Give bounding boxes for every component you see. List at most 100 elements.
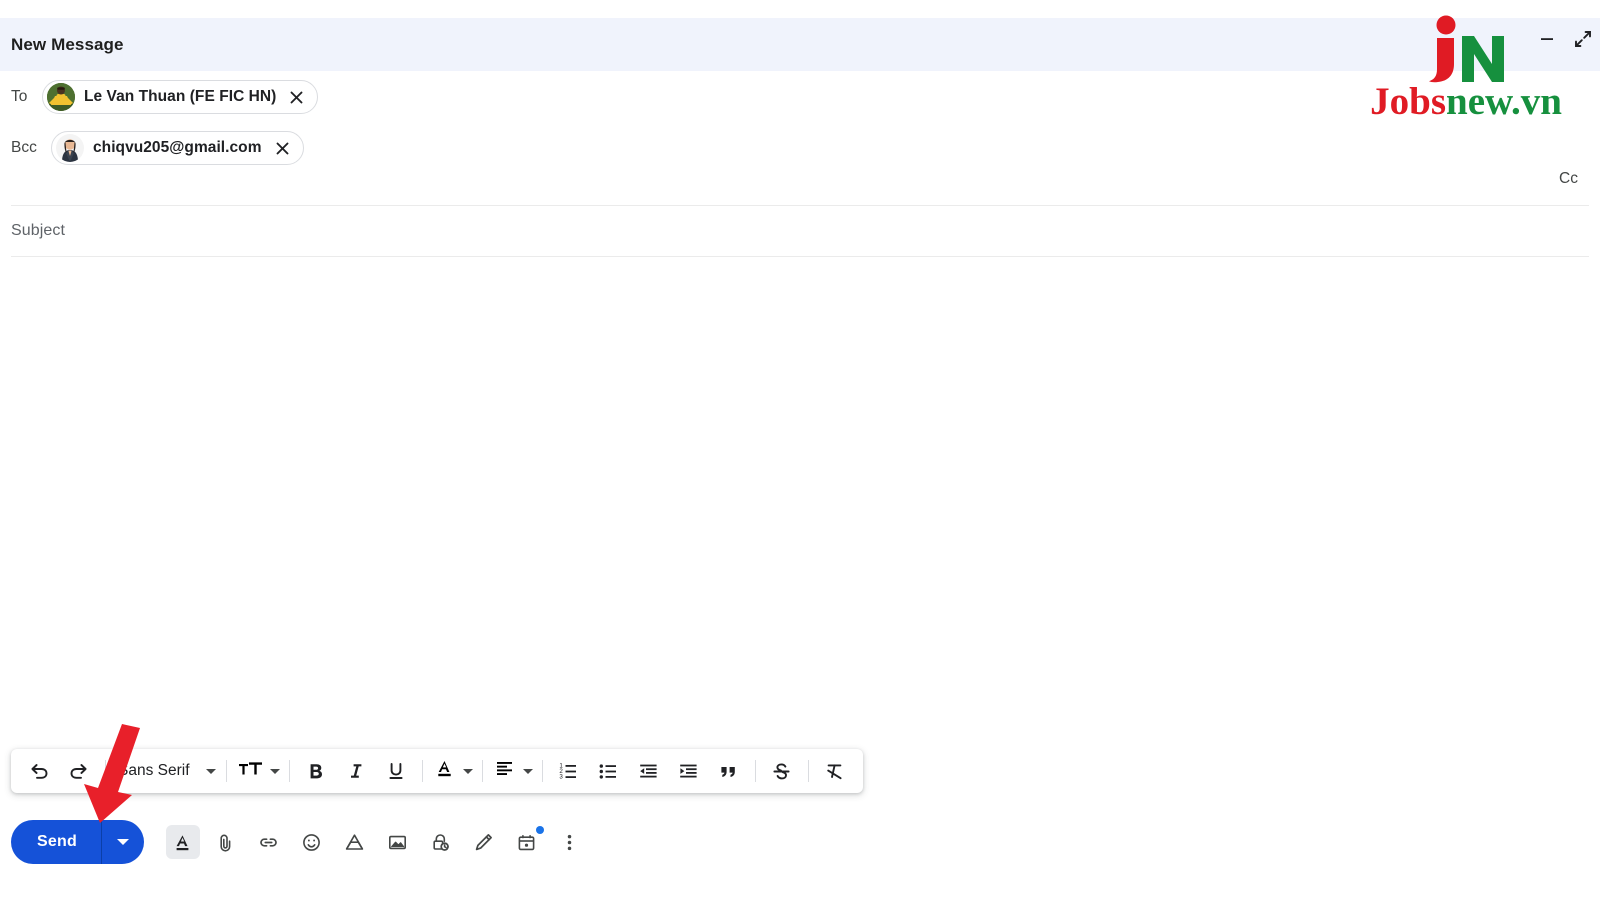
- send-button-label[interactable]: Send: [11, 820, 101, 864]
- undo-icon: [28, 760, 50, 782]
- divider: [11, 205, 1589, 206]
- lock-clock-icon: [430, 832, 451, 853]
- compose-action-bar: Send: [11, 818, 587, 866]
- font-size-icon: [238, 758, 263, 785]
- page-title: New Message: [11, 34, 124, 54]
- chevron-down-icon: [462, 768, 473, 774]
- confidential-mode-button[interactable]: [424, 825, 458, 859]
- paperclip-icon: [215, 832, 236, 853]
- indent-less-icon: [638, 761, 659, 782]
- insert-photo-button[interactable]: [381, 825, 415, 859]
- subject-placeholder: Subject: [11, 222, 66, 239]
- indent-more-button[interactable]: [674, 756, 704, 786]
- image-icon: [387, 832, 408, 853]
- bcc-field-row[interactable]: Bcc chiqvu205@gmail.com: [0, 126, 1600, 170]
- bold-button[interactable]: [301, 756, 331, 786]
- send-button[interactable]: Send: [11, 820, 144, 864]
- divider: [11, 256, 1589, 257]
- numbered-list-button[interactable]: 1 2 3: [554, 756, 584, 786]
- divider: [754, 760, 756, 782]
- redo-button[interactable]: [64, 756, 94, 786]
- divider: [481, 760, 483, 782]
- align-selector[interactable]: [489, 756, 536, 786]
- more-vertical-icon: [559, 832, 580, 853]
- remove-recipient-button[interactable]: [273, 139, 292, 158]
- exit-full-screen-button[interactable]: [1572, 28, 1594, 50]
- avatar-photo-chiqvu: [56, 134, 84, 162]
- compose-header: New Message: [0, 18, 1600, 71]
- strikethrough-button[interactable]: [767, 756, 797, 786]
- minimize-icon: [1539, 31, 1555, 47]
- underline-icon: [386, 761, 406, 781]
- close-icon: [275, 141, 290, 156]
- svg-text:3: 3: [559, 773, 563, 780]
- subject-field[interactable]: Subject: [11, 216, 1571, 246]
- chevron-down-icon: [269, 768, 280, 774]
- recipient-name: chiqvu205@gmail.com: [93, 139, 262, 156]
- divider: [807, 760, 809, 782]
- bulleted-list-button[interactable]: [594, 756, 624, 786]
- pen-icon: [473, 832, 494, 853]
- chevron-down-icon: [116, 839, 129, 845]
- schedule-send-button[interactable]: [510, 825, 544, 859]
- window-controls: [1536, 28, 1594, 50]
- bulleted-list-icon: [598, 761, 619, 782]
- remove-recipient-button[interactable]: [287, 88, 306, 107]
- google-drive-icon: [344, 832, 365, 853]
- text-color-icon: [434, 758, 455, 784]
- quote-icon: [718, 761, 739, 782]
- quote-button[interactable]: [714, 756, 744, 786]
- remove-formatting-icon: [824, 761, 845, 782]
- avatar-photo-thuan: [47, 83, 75, 111]
- divider: [288, 760, 290, 782]
- redo-icon: [68, 760, 90, 782]
- close-icon: [289, 90, 304, 105]
- formatting-toolbar: Sans Serif 1 2 3: [11, 749, 863, 793]
- italic-button[interactable]: [341, 756, 371, 786]
- insert-emoji-button[interactable]: [295, 825, 329, 859]
- calendar-icon: [516, 832, 537, 853]
- status-badge: [535, 826, 544, 834]
- text-format-icon: [172, 832, 193, 853]
- font-size-selector[interactable]: [233, 756, 283, 786]
- indent-less-button[interactable]: [634, 756, 664, 786]
- undo-button[interactable]: [24, 756, 54, 786]
- divider: [105, 760, 106, 782]
- to-field-row[interactable]: To Le Van Thuan (FE FIC HN): [0, 75, 1600, 119]
- recipient-chip-to[interactable]: Le Van Thuan (FE FIC HN): [42, 80, 319, 114]
- more-options-button[interactable]: [553, 825, 587, 859]
- bold-icon: [306, 761, 326, 781]
- avatar: [47, 83, 75, 111]
- link-icon: [258, 832, 279, 853]
- to-label: To: [11, 88, 28, 105]
- divider: [421, 760, 423, 782]
- text-color-selector[interactable]: [429, 756, 476, 786]
- avatar: [56, 134, 84, 162]
- emoji-icon: [301, 832, 322, 853]
- message-body-input[interactable]: [11, 266, 1571, 736]
- cc-link[interactable]: Cc: [1559, 170, 1578, 188]
- divider: [225, 760, 227, 782]
- indent-more-icon: [678, 761, 699, 782]
- bcc-label: Bcc: [11, 139, 37, 156]
- formatting-options-button[interactable]: [165, 825, 200, 859]
- remove-formatting-button[interactable]: [820, 756, 850, 786]
- italic-icon: [346, 761, 366, 781]
- font-family-selector[interactable]: Sans Serif: [112, 756, 220, 786]
- recipient-name: Le Van Thuan (FE FIC HN): [84, 88, 277, 105]
- minimize-button[interactable]: [1536, 28, 1558, 50]
- insert-link-button[interactable]: [252, 825, 286, 859]
- send-options-button[interactable]: [102, 820, 144, 864]
- underline-button[interactable]: [381, 756, 411, 786]
- chevron-down-icon: [205, 768, 216, 774]
- align-left-icon: [494, 758, 515, 784]
- attach-file-button[interactable]: [209, 825, 243, 859]
- numbered-list-icon: 1 2 3: [558, 761, 579, 782]
- divider: [541, 760, 543, 782]
- insert-drive-file-button[interactable]: [338, 825, 372, 859]
- chevron-down-icon: [522, 768, 533, 774]
- exit-full-screen-icon: [1574, 30, 1592, 48]
- font-family-value: Sans Serif: [118, 762, 190, 779]
- insert-signature-button[interactable]: [467, 825, 501, 859]
- recipient-chip-bcc[interactable]: chiqvu205@gmail.com: [51, 131, 304, 165]
